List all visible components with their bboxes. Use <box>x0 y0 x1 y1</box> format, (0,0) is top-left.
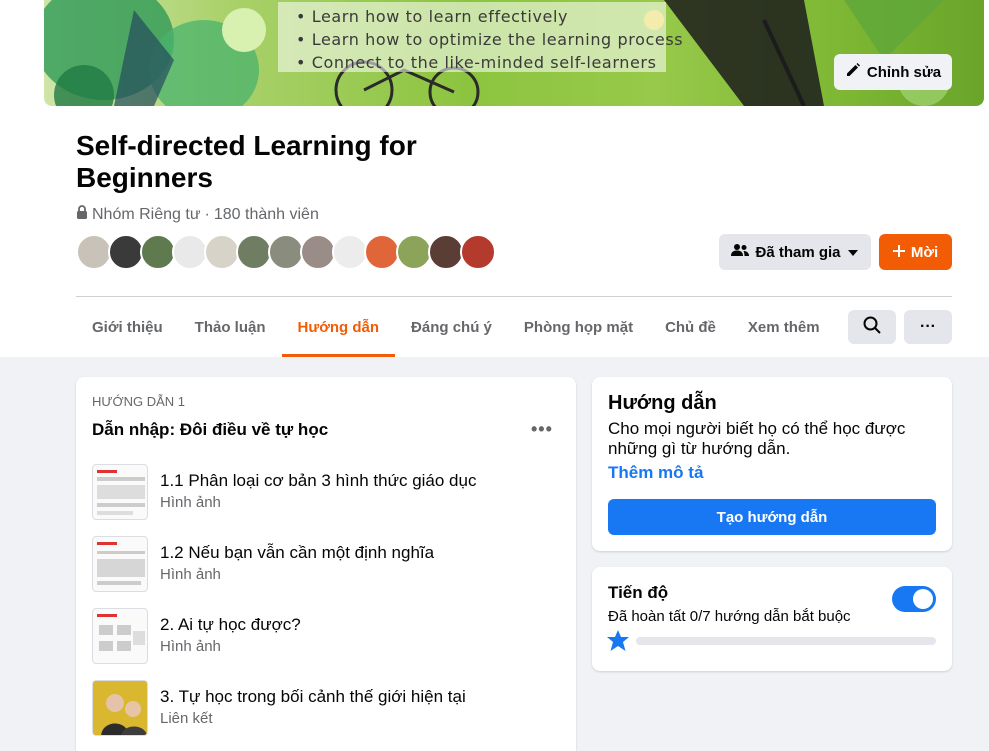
group-tabs: Giới thiệu Thảo luận Hướng dẫn Đáng chú … <box>76 297 822 357</box>
cover-text-line: • Learn how to learn effectively <box>296 7 569 26</box>
unit-type: Hình ảnh <box>160 566 221 583</box>
unit-type: Hình ảnh <box>160 494 221 511</box>
tab-featured[interactable]: Đáng chú ý <box>395 297 508 357</box>
invite-label: Mời <box>910 243 939 261</box>
joined-button[interactable]: Đã tham gia <box>719 234 871 270</box>
group-cover-photo: • Learn how to learn effectively • Learn… <box>44 0 984 106</box>
edit-cover-button[interactable]: Chỉnh sửa <box>834 54 952 90</box>
unit-title: 1.1 Phân loại cơ bản 3 hình thức giáo dụ… <box>160 471 477 490</box>
tab-about[interactable]: Giới thiệu <box>76 297 179 357</box>
guide-options-button[interactable]: ••• <box>531 419 553 440</box>
joined-label: Đã tham gia <box>755 243 841 261</box>
avatar[interactable] <box>460 234 496 270</box>
avatar[interactable] <box>300 234 336 270</box>
unit-title: 3. Tự học trong bối cảnh thế giới hiện t… <box>160 687 466 706</box>
guide-unit[interactable]: 3. Tự học trong bối cảnh thế giới hiện t… <box>92 680 562 736</box>
group-meta: Nhóm Riêng tư · 180 thành viên <box>76 205 319 224</box>
tab-guides[interactable]: Hướng dẫn <box>281 297 396 357</box>
progress-card: Tiến độ Đã hoàn tất 0/7 hướng dẫn bắt bu… <box>592 567 952 671</box>
privacy-label[interactable]: Nhóm Riêng tư <box>92 206 201 224</box>
plus-icon <box>892 244 905 261</box>
guide-kicker: HƯỚNG DẪN 1 <box>92 394 186 409</box>
avatar[interactable] <box>364 234 400 270</box>
guide-unit[interactable]: 2. Ai tự học được? Hình ảnh <box>92 608 562 664</box>
group-search-button[interactable] <box>848 310 896 344</box>
ellipsis-icon: ••• <box>531 419 553 439</box>
progress-status: Đã hoàn tất 0/7 hướng dẫn bắt buộc <box>608 608 851 625</box>
avatar[interactable] <box>76 234 112 270</box>
guides-info-card: Hướng dẫn Cho mọi người biết họ có thể h… <box>592 377 952 551</box>
avatar[interactable] <box>204 234 240 270</box>
member-count[interactable]: 180 thành viên <box>214 206 319 224</box>
lock-icon <box>76 205 88 224</box>
unit-title: 2. Ai tự học được? <box>160 615 301 634</box>
unit-title: 1.2 Nếu bạn vẫn cần một định nghĩa <box>160 543 435 562</box>
avatar[interactable] <box>140 234 176 270</box>
guide-title[interactable]: Dẫn nhập: Đôi điều về tự học <box>92 420 328 440</box>
avatar[interactable] <box>108 234 144 270</box>
avatar[interactable] <box>428 234 464 270</box>
ellipsis-icon: ··· <box>920 318 936 335</box>
pencil-icon <box>845 62 861 82</box>
edit-cover-label: Chỉnh sửa <box>866 63 942 81</box>
people-icon <box>731 243 750 261</box>
avatar[interactable] <box>332 234 368 270</box>
guide-unit[interactable]: 1.1 Phân loại cơ bản 3 hình thức giáo dụ… <box>92 464 562 520</box>
invite-button[interactable]: Mời <box>879 234 952 270</box>
group-name[interactable]: Self-directed Learning for Beginners <box>76 130 496 194</box>
guide-unit[interactable]: 1.2 Nếu bạn vẫn cần một định nghĩa Hình … <box>92 536 562 592</box>
tab-rooms[interactable]: Phòng họp mặt <box>508 297 649 357</box>
create-guide-button[interactable]: Tạo hướng dẫn <box>608 499 936 535</box>
unit-type: Hình ảnh <box>160 638 221 655</box>
avatar[interactable] <box>268 234 304 270</box>
toggle-knob <box>913 589 933 609</box>
unit-type: Liên kết <box>160 710 213 727</box>
tab-discussion[interactable]: Thảo luận <box>179 297 282 357</box>
avatar[interactable] <box>236 234 272 270</box>
cover-text-line: • Connect to the like-minded self-learne… <box>296 53 657 72</box>
search-icon <box>863 316 881 339</box>
tab-topics[interactable]: Chủ đề <box>649 297 732 357</box>
avatar[interactable] <box>396 234 432 270</box>
caret-down-icon <box>847 244 859 261</box>
guides-info-title: Hướng dẫn <box>608 392 717 414</box>
unit-thumbnail <box>92 464 148 520</box>
guides-info-description: Cho mọi người biết họ có thể học được nh… <box>608 419 906 458</box>
avatar[interactable] <box>172 234 208 270</box>
unit-thumbnail <box>92 536 148 592</box>
star-badge-icon <box>606 629 630 658</box>
cover-text-line: • Learn how to optimize the learning pro… <box>296 30 684 49</box>
progress-title: Tiến độ <box>608 583 669 602</box>
more-options-button[interactable]: ··· <box>904 310 952 344</box>
progress-toggle[interactable] <box>892 586 936 612</box>
tab-see-more[interactable]: Xem thêm <box>732 297 822 357</box>
meta-separator: · <box>204 205 210 223</box>
unit-thumbnail <box>92 608 148 664</box>
progress-bar <box>636 637 936 645</box>
unit-thumbnail <box>92 680 148 736</box>
guide-card: HƯỚNG DẪN 1 Dẫn nhập: Đôi điều về tự học… <box>76 377 576 751</box>
add-description-link[interactable]: Thêm mô tả <box>608 463 703 483</box>
